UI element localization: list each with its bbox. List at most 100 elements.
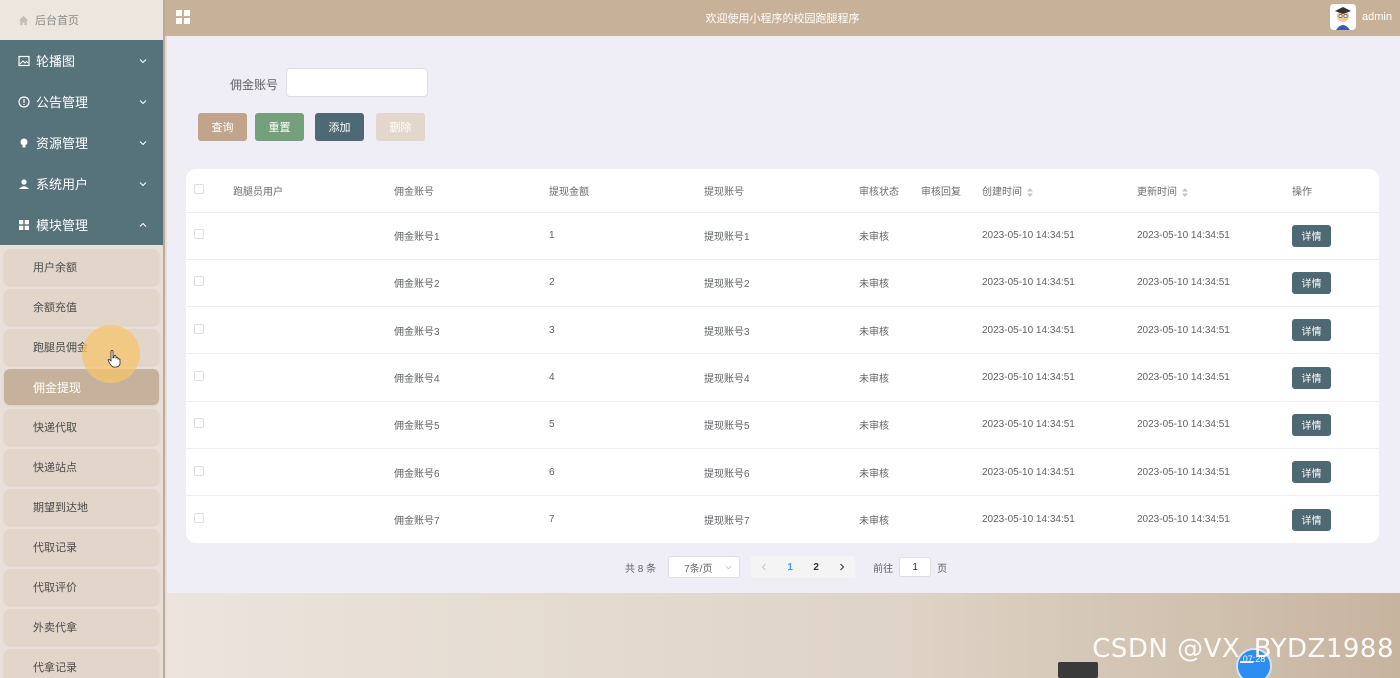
row-checkbox[interactable]: [194, 418, 204, 429]
sort-icon[interactable]: [1182, 187, 1188, 197]
bulb-icon: [18, 137, 30, 149]
prev-page-button[interactable]: [751, 556, 778, 578]
sidebar-item-label: 公告管理: [36, 95, 89, 110]
submenu-item-label: 代取记录: [33, 542, 77, 554]
submenu-item-pickup-records[interactable]: 代取记录: [4, 529, 159, 565]
row-checkbox[interactable]: [194, 465, 204, 476]
home-icon: [18, 15, 29, 25]
submenu-item-express-pickup[interactable]: 快递代取: [4, 409, 159, 445]
column-header: 提现金额: [549, 169, 704, 213]
column-header-sortable[interactable]: 更新时间: [1137, 169, 1292, 213]
goto-page-input[interactable]: [899, 557, 932, 577]
sidebar-item-notice[interactable]: 公告管理: [0, 81, 163, 122]
info-circle-icon: [18, 95, 30, 108]
cell-commission-account: 佣金账号2: [394, 279, 440, 291]
submenu-item-delivery-records[interactable]: 代拿记录: [4, 649, 159, 678]
cell-runner: [233, 354, 394, 401]
next-page-button[interactable]: [829, 556, 856, 578]
cell-updated-time: 2023-05-10 14:34:51: [1137, 372, 1230, 384]
goto-unit: 页: [937, 563, 948, 575]
cell-action: 详情: [1292, 401, 1379, 448]
column-header: 提现账号: [704, 169, 859, 213]
cell-status: 未审核: [859, 232, 889, 244]
add-button[interactable]: 添加: [315, 113, 364, 141]
cell-status: 未审核: [859, 516, 889, 528]
goto-page: 前往 页: [873, 557, 947, 577]
row-checkbox[interactable]: [194, 371, 204, 382]
cell-action: 详情: [1292, 259, 1379, 306]
row-checkbox[interactable]: [194, 513, 204, 524]
chevron-down-icon: [139, 58, 147, 63]
query-button[interactable]: 查询: [198, 113, 247, 141]
submenu-item-runner-commission[interactable]: 跑腿员佣金: [4, 329, 159, 365]
cell-commission-account: 佣金账号6: [394, 468, 440, 480]
row-checkbox[interactable]: [194, 323, 204, 334]
taskbar-app-icon[interactable]: [1058, 662, 1098, 678]
cell-withdraw-account: 提现账号1: [704, 232, 750, 244]
chevron-down-icon: [725, 565, 732, 570]
cell-updated-time: 2023-05-10 14:34:51: [1137, 466, 1230, 478]
cell-runner: [233, 259, 394, 306]
cell-status: 未审核: [859, 421, 889, 433]
cell-commission-account: 佣金账号3: [394, 326, 440, 338]
row-checkbox[interactable]: [194, 229, 204, 240]
cell-runner: [233, 448, 394, 495]
cell-withdraw-account: 提现账号7: [704, 516, 750, 528]
cell-amount: 3: [549, 324, 555, 336]
sidebar-item-system-users[interactable]: 系统用户: [0, 163, 163, 204]
submenu-item-user-balance[interactable]: 用户余额: [4, 249, 159, 285]
table-row: 佣金账号3 3 提现账号3 未审核 2023-05-10 14:34:51 2023-05…: [186, 307, 1379, 354]
detail-button[interactable]: 详情: [1292, 224, 1331, 247]
page-number-button[interactable]: 2: [803, 556, 830, 578]
cell-withdraw-account: 提现账号3: [704, 326, 750, 338]
table-row: 佣金账号5 5 提现账号5 未审核 2023-05-10 14:34:51 2023-05…: [186, 401, 1379, 449]
column-header-sortable[interactable]: 创建时间: [982, 169, 1137, 213]
submenu-item-takeout-delivery[interactable]: 外卖代拿: [4, 609, 159, 645]
page-title: 欢迎使用小程序的校园跑腿程序: [705, 13, 860, 25]
reset-button[interactable]: 重置: [255, 113, 304, 141]
detail-button[interactable]: 详情: [1292, 413, 1331, 436]
submenu-item-expected-destination[interactable]: 期望到达地: [4, 489, 159, 525]
submenu-item-balance-recharge[interactable]: 余额充值: [4, 289, 159, 325]
delete-button[interactable]: 删除: [376, 113, 425, 141]
main-content: 佣金账号 查询 重置 添加 删除 跑腿员用户 佣金账号 提现金额 提现账号 审核…: [167, 36, 1400, 593]
sidebar-item-label: 资源管理: [36, 136, 89, 151]
detail-button[interactable]: 详情: [1292, 461, 1331, 484]
cell-action: 详情: [1292, 354, 1379, 401]
cell-select: [186, 307, 233, 354]
cell-status: 未审核: [859, 326, 889, 338]
table-row: 佣金账号7 7 提现账号7 未审核 2023-05-10 14:34:51 2023-05…: [186, 496, 1379, 543]
cell-updated-time: 2023-05-10 14:34:51: [1137, 324, 1230, 336]
cell-withdraw-account: 提现账号5: [704, 421, 750, 433]
submenu-item-commission-withdrawal[interactable]: 佣金提现: [4, 369, 159, 405]
cell-created-time: 2023-05-10 14:34:51: [982, 466, 1075, 478]
watermark: CSDN @VX_BYDZ1988: [1092, 634, 1394, 664]
cell-withdraw-account: 提现账号2: [704, 279, 750, 291]
submenu-item-express-station[interactable]: 快递站点: [4, 449, 159, 485]
commission-account-search-input[interactable]: [286, 68, 428, 97]
submenu-item-label: 佣金提现: [33, 380, 82, 395]
sort-icon[interactable]: [1027, 187, 1033, 197]
detail-button[interactable]: 详情: [1292, 366, 1331, 389]
cell-reply: [921, 212, 982, 259]
sidebar-item-carousel[interactable]: 轮播图: [0, 40, 163, 81]
detail-button[interactable]: 详情: [1292, 271, 1331, 294]
cell-action: 详情: [1292, 212, 1379, 259]
submenu-item-pickup-reviews[interactable]: 代取评价: [4, 569, 159, 605]
sidebar-home[interactable]: 后台首页: [0, 0, 163, 40]
sidebar-item-modules[interactable]: 模块管理: [0, 204, 163, 245]
sidebar-item-resources[interactable]: 资源管理: [0, 122, 163, 163]
sidebar-item-label: 轮播图: [36, 54, 76, 69]
page-size-select[interactable]: 7条/页: [668, 556, 741, 578]
row-checkbox[interactable]: [194, 276, 204, 287]
cell-commission-account: 佣金账号1: [394, 232, 440, 244]
detail-button[interactable]: 详情: [1292, 319, 1331, 342]
detail-button[interactable]: 详情: [1292, 508, 1331, 531]
user-menu[interactable]: admin: [1330, 4, 1392, 30]
sidebar-item-label: 系统用户: [36, 177, 89, 192]
menu-toggle-icon[interactable]: [175, 9, 191, 25]
page-number-button[interactable]: 1: [777, 556, 804, 578]
table-row: 佣金账号1 1 提现账号1 未审核 2023-05-10 14:34:51 2023-05…: [186, 212, 1379, 260]
select-all-checkbox[interactable]: [194, 183, 204, 194]
submenu-item-label: 跑腿员佣金: [33, 342, 88, 354]
